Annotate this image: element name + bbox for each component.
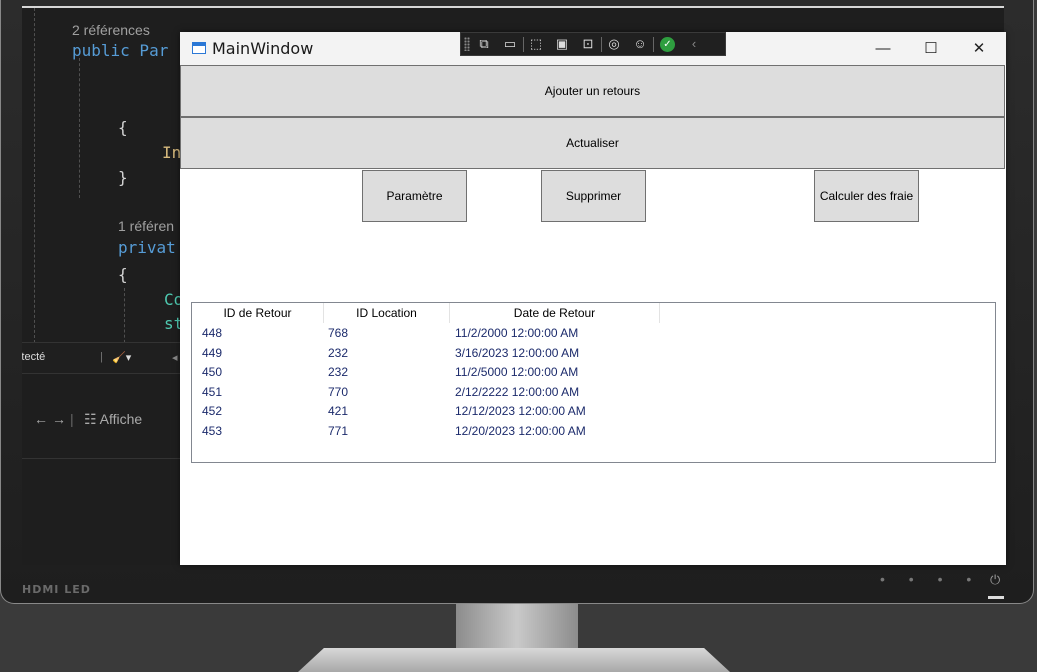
code-line-in[interactable]: In [162,143,181,162]
table-row[interactable]: 452 421 12/12/2023 12:00:00 AM [192,402,992,421]
table-cell: 11/2/5000 12:00:00 AM [455,365,579,379]
table-cell: 451 [202,384,223,399]
refresh-button[interactable]: Actualiser [180,117,1005,169]
issues-status[interactable]: e détecté [22,351,45,363]
brush-icon[interactable]: 🧹▾ [112,351,131,364]
table-row[interactable]: 451 770 2/12/2222 12:00:00 AM [192,383,992,402]
table-cell: 450 [202,365,223,379]
close-button[interactable]: ✕ [956,32,1002,65]
title-bar[interactable]: MainWindow ⧉ ▭ ⬚ ▣ ⊡ ◎ ☺ ✓ ‹ — ☐ ✕ [180,32,1006,65]
table-row[interactable]: 450 232 11/2/5000 12:00:00 AM [192,363,992,382]
separator [601,37,602,52]
wpf-debug-toolbar: ⧉ ▭ ⬚ ▣ ⊡ ◎ ☺ ✓ ‹ [460,32,726,56]
delete-button[interactable]: Supprimer [541,170,646,222]
hot-reload-icon[interactable]: ◎ [605,35,623,53]
window-title: MainWindow [212,39,314,58]
table-row[interactable]: 453 771 12/20/2023 12:00:00 AM [192,422,992,441]
app-icon [192,42,206,54]
separator: | [70,411,74,427]
table-cell: 768 [328,326,349,340]
settings-button[interactable]: Paramètre [362,170,467,222]
table-cell: 448 [202,326,223,340]
code-references[interactable]: 2 références [72,22,150,38]
display-layout-icon[interactable]: ▣ [553,35,571,53]
accessibility-icon[interactable]: ☺ [631,35,649,53]
track-focus-icon[interactable]: ⊡ [579,35,597,53]
separator: | [100,351,103,363]
code-line-private[interactable]: privat [118,238,176,257]
scroll-left-icon[interactable]: ◂ [172,351,178,364]
code-references-2[interactable]: 1 référen [118,218,174,234]
table-cell: 771 [328,423,349,438]
list-header: ID de Retour ID Location Date de Retour [192,303,992,323]
table-cell: 449 [202,345,223,360]
column-header-location-id[interactable]: ID Location [324,303,450,323]
code-brace-close[interactable]: } [118,168,128,187]
table-cell: 421 [328,404,349,418]
add-return-button[interactable]: Ajouter un retours [180,65,1005,117]
pointer-icon[interactable]: ⬚ [527,35,545,53]
power-icon[interactable]: ⏻ [990,572,1000,588]
view-button[interactable]: ☷ Affiche [84,411,142,428]
indent-guide [79,58,80,198]
collapse-icon[interactable]: ‹ [685,35,703,53]
column-header-return-id[interactable]: ID de Retour [192,303,324,323]
table-cell: 12/20/2023 12:00:00 AM [455,423,586,438]
table-cell: 232 [328,365,349,379]
indent-guide [34,8,35,348]
returns-list-view[interactable]: ID de Retour ID Location Date de Retour … [191,302,996,463]
monitor-stand-neck [456,604,578,650]
view-label: Affiche [99,411,143,427]
arrow-right-icon[interactable]: → [52,411,66,427]
bezel-buttons[interactable]: • • • • [880,571,981,587]
camera-icon[interactable]: ▭ [501,35,519,53]
minimize-button[interactable]: — [860,32,906,65]
table-cell: 2/12/2222 12:00:00 AM [455,384,580,399]
table-row[interactable]: 448 768 11/2/2000 12:00:00 AM [192,324,992,343]
maximize-button[interactable]: ☐ [908,32,954,65]
check-icon[interactable]: ✓ [660,37,675,52]
separator [523,37,524,52]
table-cell: 232 [328,345,349,360]
code-brace-open[interactable]: { [118,118,128,137]
code-brace-open-2[interactable]: { [118,265,128,284]
compute-fees-button[interactable]: Calculer des fraie [814,170,919,222]
monitor-stand-base [298,648,730,672]
brand-label: HDMI LED [22,583,91,596]
table-row[interactable]: 449 232 3/16/2023 12:00:00 AM [192,344,992,363]
table-cell: 11/2/2000 12:00:00 AM [455,326,579,340]
table-cell: 3/16/2023 12:00:00 AM [455,345,580,360]
indent-guide [124,288,125,348]
table-cell: 12/12/2023 12:00:00 AM [455,404,586,418]
table-cell: 452 [202,404,223,418]
separator [653,37,654,52]
drag-handle-icon[interactable] [464,37,470,51]
main-window: MainWindow ⧉ ▭ ⬚ ▣ ⊡ ◎ ☺ ✓ ‹ — ☐ ✕ Ajout… [180,32,1006,565]
arrow-left-icon[interactable]: ← [34,411,48,427]
code-line-public[interactable]: public Par [72,41,168,60]
table-cell: 770 [328,384,349,399]
select-element-icon[interactable]: ⧉ [475,35,493,53]
table-cell: 453 [202,423,223,438]
power-indicator [988,596,1004,599]
column-header-return-date[interactable]: Date de Retour [450,303,660,323]
